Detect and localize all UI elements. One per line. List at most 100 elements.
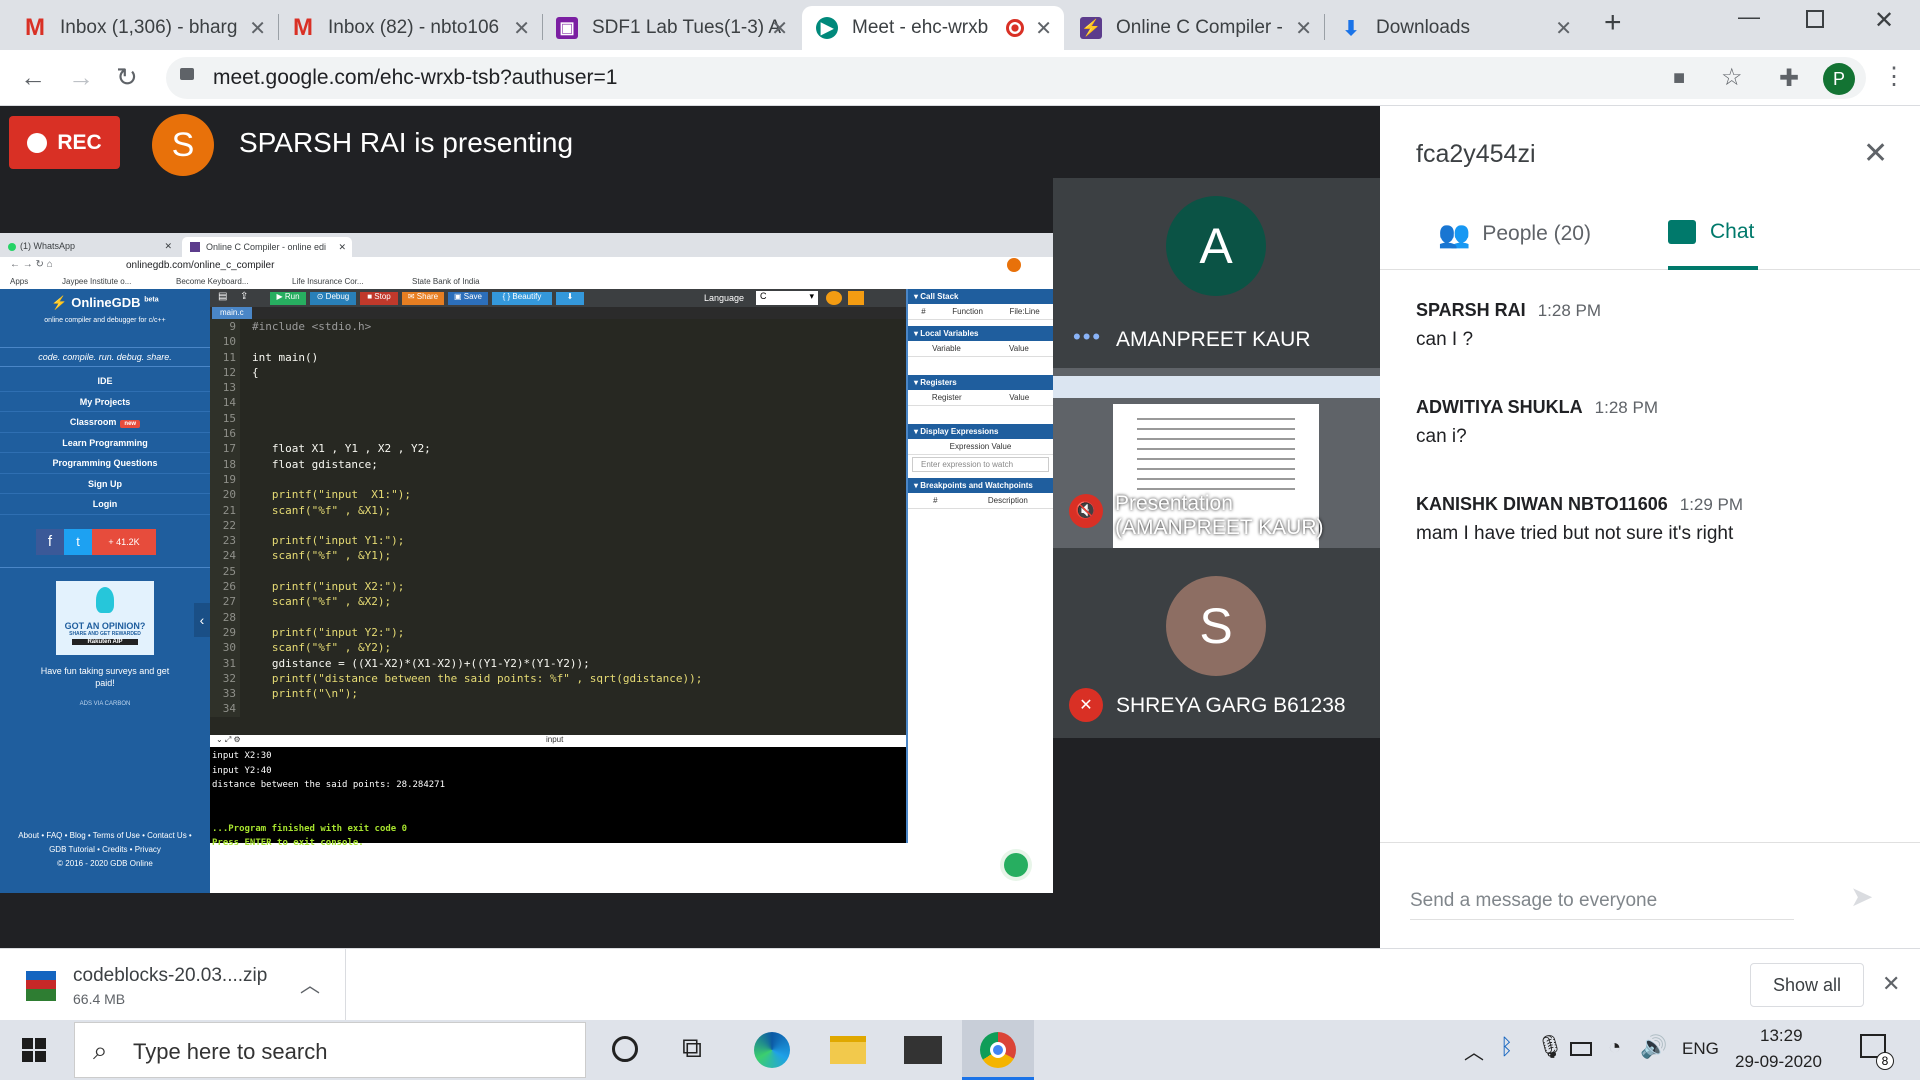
settings-icon[interactable] — [848, 291, 864, 305]
browser-menu-icon[interactable]: ⋮ — [1882, 62, 1906, 91]
edge-icon[interactable] — [754, 1032, 790, 1068]
console-controls-icon[interactable]: ⌄ ⤢ ⚙ — [216, 735, 241, 745]
sidebar-collapse-icon[interactable]: ‹ — [194, 603, 210, 637]
run-button[interactable]: ▶ Run — [270, 292, 306, 305]
tab-people[interactable]: 👥 People (20) — [1438, 198, 1591, 270]
expression-input[interactable]: Enter expression to watch — [912, 457, 1049, 472]
battery-icon[interactable] — [1570, 1042, 1592, 1056]
taskbar-search[interactable]: ⌕ Type here to search — [74, 1022, 586, 1078]
close-panel-icon[interactable]: ✕ — [1863, 136, 1888, 171]
bluetooth-icon[interactable]: ᛒ — [1500, 1034, 1513, 1060]
tab-classroom[interactable]: ▣ SDF1 Lab Tues(1-3) A ✕ — [542, 6, 800, 50]
status-dot-icon[interactable] — [1004, 853, 1028, 877]
debug-section-header[interactable]: ▾ Registers — [908, 375, 1053, 390]
gdb-nav-item[interactable]: Classroom new — [0, 412, 210, 433]
chevron-up-icon[interactable]: ︿ — [300, 969, 320, 998]
output-console[interactable]: input X2:30 input Y2:40 distance between t… — [210, 747, 906, 848]
debug-section-header[interactable]: ▾ Call Stack — [908, 289, 1053, 304]
camera-blocked-icon[interactable]: ■ — [1673, 67, 1685, 90]
code-line: 32 printf("distance between the said poi… — [210, 670, 906, 687]
new-tab-icon[interactable]: + — [1604, 6, 1622, 40]
url-bar[interactable]: meet.google.com/ehc-wrxb-tsb?authuser=1 … — [166, 57, 1866, 99]
profile-avatar[interactable]: P — [1823, 63, 1855, 95]
gdb-nav-item[interactable]: Programming Questions — [0, 453, 210, 474]
share-count[interactable]: + 41.2K — [92, 529, 156, 555]
show-all-button[interactable]: Show all — [1750, 963, 1864, 1007]
volume-icon[interactable]: 🔊 — [1640, 1034, 1667, 1060]
twitter-icon[interactable]: t — [64, 529, 92, 555]
close-tab-icon[interactable]: ✕ — [1555, 16, 1572, 41]
console-header: ⌄ ⤢ ⚙ input — [210, 735, 906, 747]
chrome-taskbar-button[interactable] — [962, 1020, 1034, 1080]
file-tab-main[interactable]: main.c — [212, 307, 252, 319]
clock-date[interactable]: 29-09-2020 — [1735, 1052, 1822, 1072]
tab-title: Online C Compiler - — [1116, 17, 1283, 38]
show-hidden-icons[interactable]: ︿ — [1464, 1036, 1484, 1065]
task-view-icon[interactable]: ⧉ — [682, 1032, 702, 1065]
code-editor[interactable]: 9 #include <stdio.h> 10 11 int main() 12 {13 14… — [210, 319, 906, 735]
line-number: 28 — [210, 609, 240, 625]
language-select[interactable]: C ▾ — [756, 291, 818, 305]
mail-icon[interactable] — [904, 1036, 942, 1064]
line-text: float gdistance; — [252, 457, 378, 471]
bookmark-star-icon[interactable]: ☆ — [1721, 63, 1743, 92]
participant-tile[interactable]: A ••• AMANPREET KAUR — [1053, 178, 1380, 368]
chat-input[interactable]: Send a message to everyone — [1410, 880, 1794, 920]
forward-icon[interactable]: → — [68, 62, 94, 93]
debug-section-header[interactable]: ▾ Display Expressions — [908, 424, 1053, 439]
cortana-icon[interactable] — [612, 1036, 638, 1062]
window-close-icon[interactable]: ✕ — [1874, 6, 1894, 35]
share-button[interactable]: ✉ Share — [402, 292, 444, 305]
line-text: printf("input X1:"); — [252, 488, 411, 502]
clock-time[interactable]: 13:29 — [1760, 1026, 1803, 1046]
line-text: scanf("%f" , &X1); — [252, 503, 392, 517]
close-tab-icon[interactable]: ✕ — [513, 16, 530, 41]
gdb-nav-item[interactable]: IDE — [0, 371, 210, 392]
participant-tile[interactable]: S ✕ SHREYA GARG B61238 — [1053, 548, 1380, 738]
upload-icon[interactable]: ⇪ — [240, 291, 248, 302]
gdb-nav-item[interactable]: My Projects — [0, 392, 210, 412]
gdb-nav-item[interactable]: Sign Up — [0, 474, 210, 494]
debug-button[interactable]: ⊙ Debug — [310, 292, 356, 305]
tab-gmail-2[interactable]: M Inbox (82) - nbto106 ✕ — [278, 6, 543, 50]
line-text: int main() — [252, 350, 319, 364]
close-tab-icon[interactable]: ✕ — [249, 16, 266, 41]
microphone-icon[interactable]: 🎙 — [1536, 1034, 1564, 1060]
gdb-nav-item[interactable]: Login — [0, 494, 210, 515]
minimize-icon[interactable]: — — [1738, 4, 1760, 30]
line-number: 27 — [210, 594, 240, 610]
save-button[interactable]: ▣ Save — [448, 292, 488, 305]
close-tab-icon[interactable]: ✕ — [771, 16, 788, 41]
restore-icon[interactable] — [1806, 10, 1824, 28]
language-indicator[interactable]: ENG — [1682, 1039, 1719, 1059]
facebook-icon[interactable]: f — [36, 529, 64, 555]
close-shelf-icon[interactable]: ✕ — [1882, 971, 1900, 997]
close-tab-icon[interactable]: ✕ — [1295, 16, 1312, 41]
send-icon[interactable]: ➤ — [1850, 880, 1873, 913]
stop-button[interactable]: ■ Stop — [360, 292, 398, 305]
windows-start-icon[interactable] — [22, 1038, 46, 1062]
file-explorer-icon[interactable] — [830, 1036, 866, 1064]
line-number: 13 — [210, 380, 240, 396]
tab-meet[interactable]: ▶ Meet - ehc-wrxb ✕ — [802, 6, 1064, 50]
ad-image[interactable]: GOT AN OPINION? SHARE AND GET REWARDED R… — [56, 581, 154, 655]
back-icon[interactable]: ← — [20, 62, 46, 93]
presentation-tile[interactable]: 🔇 Presentation (AMANPREET KAUR) — [1053, 368, 1380, 548]
debug-section-header[interactable]: ▾ Breakpoints and Watchpoints — [908, 478, 1053, 493]
download-item[interactable]: codeblocks-20.03....zip 66.4 MB ︿ — [0, 949, 346, 1021]
meet-stage: REC S SPARSH RAI is presenting (1) Whats… — [0, 106, 1380, 948]
close-tab-icon[interactable]: ✕ — [1035, 16, 1052, 41]
tab-gmail-1[interactable]: M Inbox (1,306) - bharg ✕ — [10, 6, 279, 50]
wifi-icon[interactable]: ◔ — [1608, 1034, 1621, 1060]
download-code-icon[interactable]: ⬇ — [556, 292, 584, 305]
debug-section-header[interactable]: ▾ Local Variables — [908, 326, 1053, 341]
gdb-nav-item[interactable]: Learn Programming — [0, 433, 210, 453]
tab-chat[interactable]: Chat — [1668, 198, 1758, 270]
extensions-icon[interactable]: ✚ — [1779, 64, 1799, 93]
info-icon[interactable] — [826, 291, 842, 305]
reload-icon[interactable]: ↻ — [116, 62, 138, 93]
tab-onlinegdb[interactable]: ⚡ Online C Compiler - ✕ — [1066, 6, 1325, 50]
tab-downloads[interactable]: ⬇ Downloads ✕ — [1326, 6, 1584, 50]
new-file-icon[interactable]: ▤ — [218, 291, 227, 302]
beautify-button[interactable]: { } Beautify — [492, 292, 552, 305]
